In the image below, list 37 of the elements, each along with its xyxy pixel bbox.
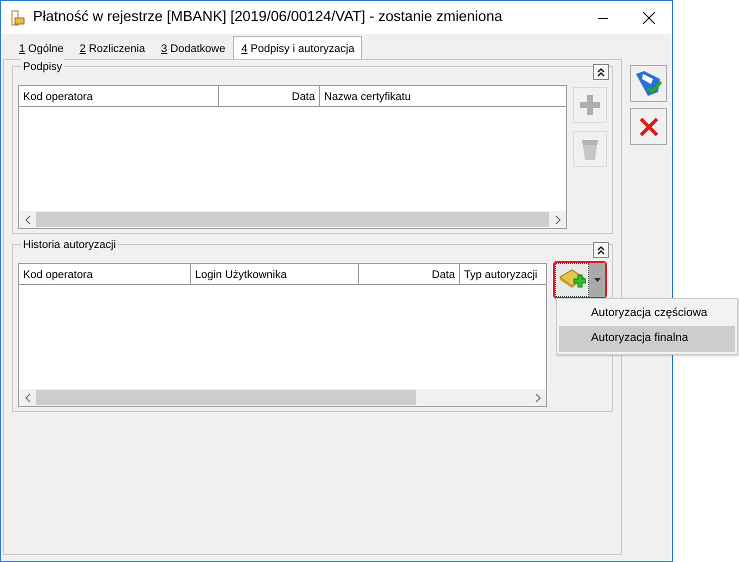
app-icon xyxy=(9,8,27,26)
chevron-right-icon[interactable] xyxy=(554,216,560,224)
dropdown-button[interactable] xyxy=(589,263,605,297)
group-title: Podpisy xyxy=(21,59,64,76)
collapse-button[interactable] xyxy=(593,64,609,80)
plus-icon xyxy=(580,95,600,115)
menu-item[interactable]: Autoryzacja finalna xyxy=(559,326,735,352)
close-icon xyxy=(643,12,655,24)
column-header[interactable]: Kod operatora xyxy=(19,264,191,284)
chevron-left-icon[interactable] xyxy=(24,394,30,402)
horizontal-scrollbar[interactable] xyxy=(19,389,546,406)
double-chevron-up-icon xyxy=(596,245,606,255)
caret-icon xyxy=(594,278,600,282)
collapse-button[interactable] xyxy=(593,242,609,258)
tab[interactable]: 1 Ogólne xyxy=(11,38,72,59)
column-header[interactable]: Login Użytkownika xyxy=(191,264,359,284)
column-header[interactable]: Data xyxy=(219,86,320,106)
tab[interactable]: 2 Rozliczenia xyxy=(72,38,154,59)
tab[interactable]: 3 Dodatkowe xyxy=(153,38,234,59)
authorize-button[interactable] xyxy=(555,263,589,297)
column-header[interactable]: Typ autoryzacji xyxy=(460,264,546,284)
chevron-right-icon[interactable] xyxy=(534,394,540,402)
column-header[interactable]: Kod operatora xyxy=(19,86,219,106)
chevron-left-icon[interactable] xyxy=(24,216,30,224)
trash-icon xyxy=(580,137,600,161)
menu-item[interactable]: Autoryzacja częściowa xyxy=(559,301,735,326)
column-header[interactable]: Nazwa certyfikatu xyxy=(320,86,566,106)
save-button[interactable] xyxy=(630,65,667,102)
horizontal-scrollbar[interactable] xyxy=(19,211,566,228)
cancel-button[interactable] xyxy=(630,108,667,145)
double-chevron-up-icon xyxy=(596,67,606,77)
column-header[interactable]: Data xyxy=(359,264,460,284)
floppy-check-icon xyxy=(634,70,664,98)
window-title: Płatność w rejestrze [MBANK] [2019/06/00124/VAT] - zostanie zmieniona xyxy=(33,8,504,27)
tab[interactable]: 4 Podpisy i autoryzacja xyxy=(233,36,362,59)
group-title: Historia autoryzacji xyxy=(21,237,118,254)
close-icon xyxy=(638,116,660,138)
